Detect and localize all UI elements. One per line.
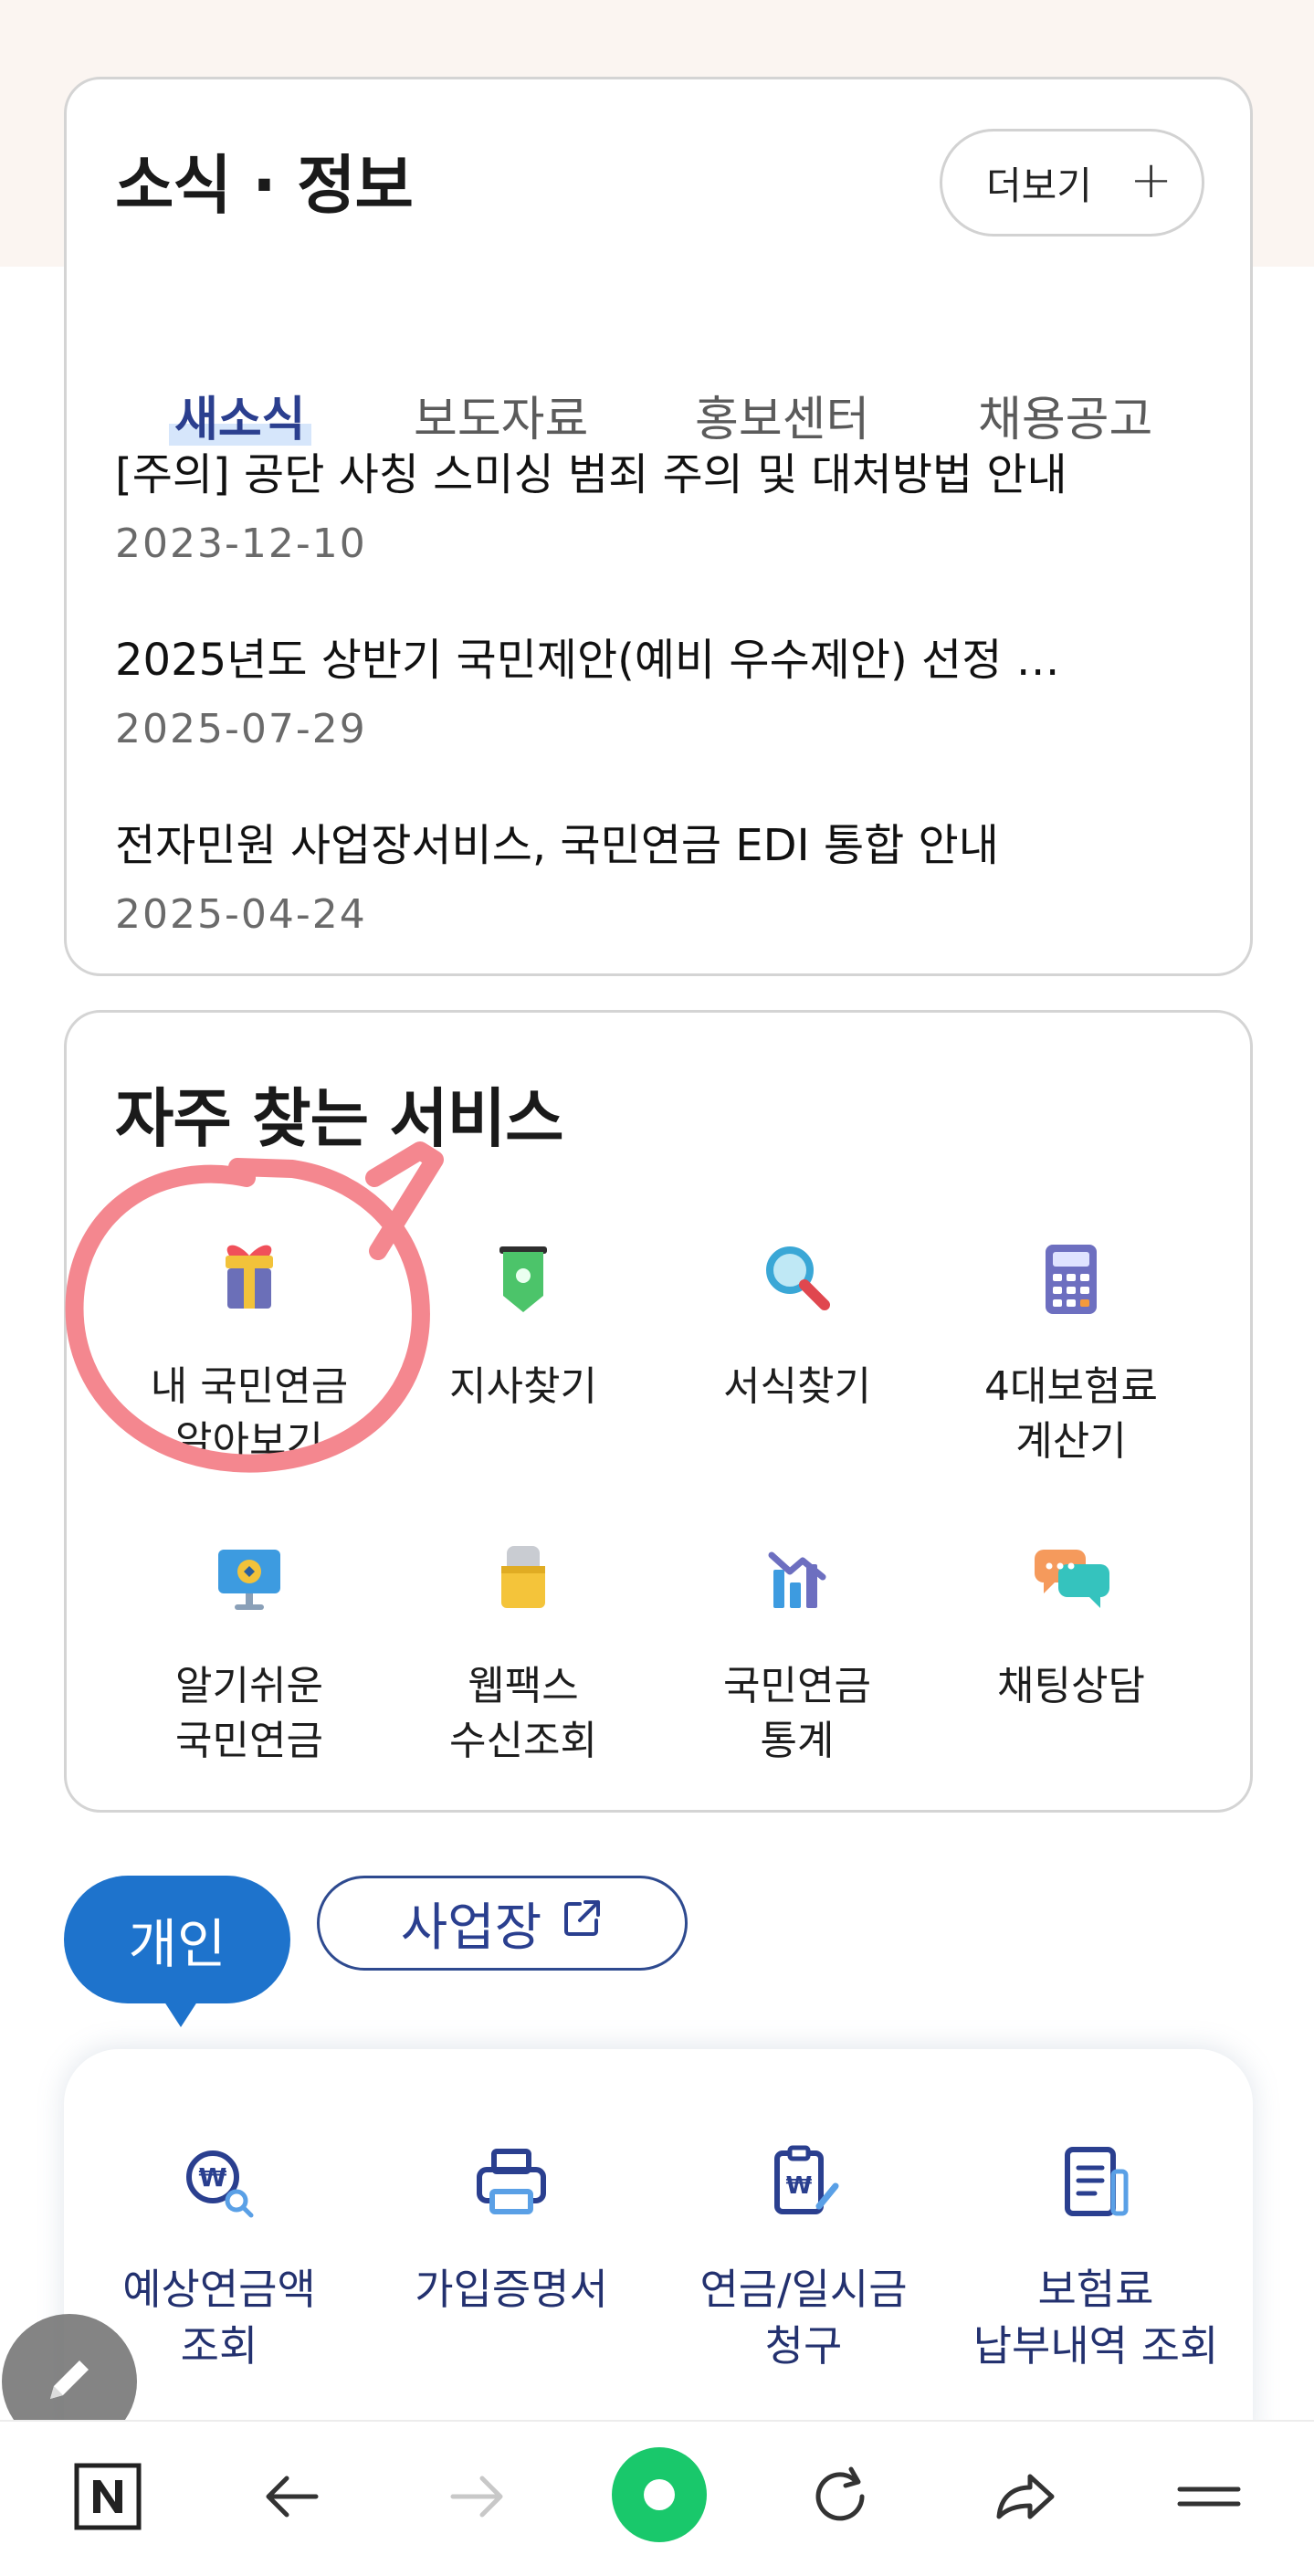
more-button[interactable]: 더보기 +	[940, 129, 1204, 237]
quick-label: 예상연금액	[122, 2265, 316, 2314]
share-arrow-icon	[988, 2460, 1061, 2537]
service-label: 통계	[760, 1718, 835, 1764]
share-button[interactable]	[981, 2455, 1068, 2542]
service-label: 알기쉬운	[175, 1663, 323, 1709]
document-icon	[1055, 2140, 1137, 2223]
forward-button[interactable]	[433, 2455, 520, 2542]
tab-new-news[interactable]: 새소식	[169, 381, 311, 449]
news-item-title: 전자민원 사업장서비스, 국민연금 EDI 통합 안내	[115, 820, 999, 871]
news-item[interactable]: 2025년도 상반기 국민제안(예비 우수제안) 선정 … 2025-07-29	[115, 624, 1060, 752]
quick-services-panel: ₩ 예상연금액 조회 가입증명서 ₩ 연금/일시금 청구 보험료 납부내역 조회	[64, 2049, 1253, 2442]
refresh-button[interactable]	[796, 2455, 884, 2542]
news-item[interactable]: [주의] 공단 사칭 스미싱 범죄 주의 및 대처방법 안내 2023-12-1…	[115, 438, 1067, 567]
chat-bubbles-icon	[1016, 1524, 1126, 1634]
hamburger-menu-icon	[1172, 2460, 1246, 2537]
services-card-title: 자주 찾는 서비스	[115, 1081, 564, 1156]
service-label: 4대보험료	[984, 1363, 1158, 1410]
more-button-label: 더보기	[986, 163, 1092, 208]
quick-label: 납부내역 조회	[972, 2321, 1219, 2371]
arrow-left-icon	[256, 2460, 329, 2537]
green-dot-button[interactable]	[608, 2445, 710, 2548]
printer-icon	[470, 2140, 552, 2223]
quick-membership-certificate[interactable]: 가입증명서	[356, 2140, 667, 2318]
news-item-title: 2025년도 상반기 국민제안(예비 우수제안) 선정 …	[115, 635, 1060, 686]
calculator-icon	[1016, 1225, 1126, 1334]
news-item-title: [주의] 공단 사칭 스미싱 범죄 주의 및 대처방법 안내	[115, 449, 1067, 500]
quick-label: 가입증명서	[415, 2265, 608, 2314]
monitor-icon	[194, 1524, 304, 1634]
lock-icon	[468, 1524, 578, 1634]
refresh-icon	[804, 2460, 877, 2537]
gift-icon	[194, 1225, 304, 1334]
service-label: 계산기	[1015, 1418, 1127, 1465]
service-insurance-calculator[interactable]: 4대보험료 계산기	[934, 1225, 1208, 1469]
news-item-date: 2025-04-24	[115, 891, 367, 938]
frequent-services-card: 자주 찾는 서비스 내 국민연금 알아보기 지사찾기 서식찾기 4대보험료 계산…	[64, 1010, 1253, 1813]
plus-icon: +	[1130, 151, 1172, 210]
service-label: 내 국민연금	[150, 1363, 349, 1410]
location-pin-icon	[468, 1225, 578, 1334]
pencil-icon	[37, 2348, 101, 2415]
service-label: 국민연금	[723, 1663, 871, 1709]
service-chat-consult[interactable]: 채팅상담	[934, 1524, 1208, 1714]
external-link-icon	[560, 1894, 604, 1953]
business-tab-label: 사업장	[400, 1898, 542, 1958]
menu-button[interactable]	[1165, 2455, 1253, 2542]
service-label: 지사찾기	[449, 1363, 597, 1410]
green-circle-icon	[608, 2444, 710, 2550]
naver-n-icon	[71, 2460, 144, 2537]
quick-label: 청구	[764, 2321, 843, 2371]
news-card-title: 소식 · 정보	[115, 148, 414, 223]
browser-navigation-bar	[0, 2420, 1314, 2576]
svg-text:₩: ₩	[786, 2172, 813, 2200]
quick-label: 연금/일시금	[699, 2265, 908, 2314]
service-label: 알아보기	[175, 1418, 323, 1465]
news-item[interactable]: 전자민원 사업장서비스, 국민연금 EDI 통합 안내 2025-04-24	[115, 809, 999, 938]
service-label: 서식찾기	[723, 1363, 871, 1410]
back-button[interactable]	[248, 2455, 336, 2542]
news-info-card: 소식 · 정보 더보기 + 새소식 보도자료 홍보센터 채용공고 [주의] 공단…	[64, 77, 1253, 976]
service-webfax-inquiry[interactable]: 웹팩스 수신조회	[386, 1524, 660, 1769]
service-find-forms[interactable]: 서식찾기	[660, 1225, 934, 1414]
svg-text:₩: ₩	[199, 2162, 227, 2192]
bar-chart-icon	[742, 1524, 852, 1634]
quick-pension-claim[interactable]: ₩ 연금/일시금 청구	[648, 2140, 959, 2374]
service-label: 웹팩스	[468, 1663, 579, 1709]
service-find-branch[interactable]: 지사찾기	[386, 1225, 660, 1414]
magnifier-icon	[742, 1225, 852, 1334]
clipboard-pen-icon: ₩	[762, 2140, 845, 2223]
quick-label: 보험료	[1037, 2265, 1154, 2314]
service-easy-pension[interactable]: 알기쉬운 국민연금	[112, 1524, 386, 1769]
personal-tab-pointer	[161, 1996, 201, 2027]
service-label: 채팅상담	[997, 1663, 1145, 1709]
service-pension-statistics[interactable]: 국민연금 통계	[660, 1524, 934, 1769]
service-my-pension[interactable]: 내 국민연금 알아보기	[112, 1225, 386, 1469]
arrow-right-icon	[440, 2460, 513, 2537]
quick-premium-payment-history[interactable]: 보험료 납부내역 조회	[941, 2140, 1251, 2374]
personal-tab-button[interactable]: 개인	[64, 1876, 290, 2003]
news-item-date: 2023-12-10	[115, 520, 367, 567]
naver-home-button[interactable]	[64, 2455, 152, 2542]
service-label: 국민연금	[175, 1718, 323, 1764]
service-label: 수신조회	[449, 1718, 597, 1764]
business-tab-button[interactable]: 사업장	[317, 1876, 688, 1971]
pension-search-icon: ₩	[178, 2140, 260, 2223]
news-item-date: 2025-07-29	[115, 706, 367, 752]
